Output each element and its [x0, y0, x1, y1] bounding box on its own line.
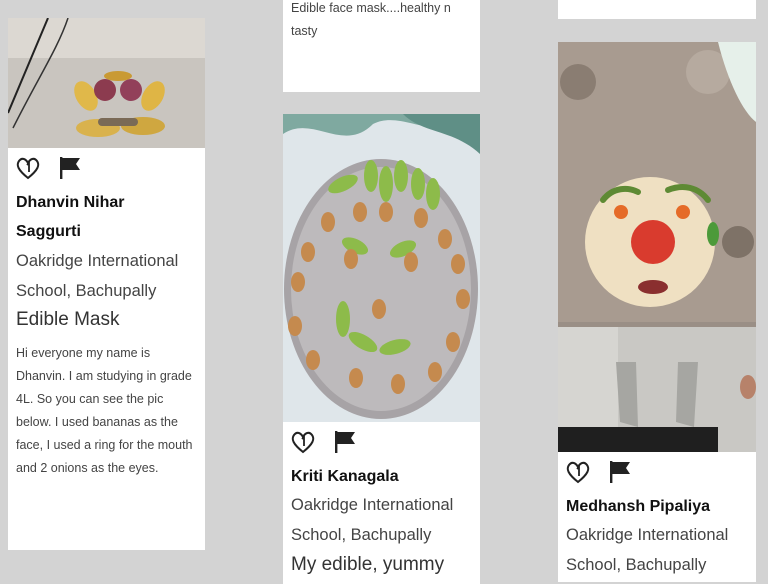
post-card: Medhansh Pipaliya Oakridge International…	[558, 42, 756, 582]
author-name[interactable]: Dhanvin Nihar Saggurti	[16, 188, 166, 246]
post-title: Edible Mask	[16, 309, 120, 330]
report-button[interactable]	[331, 428, 359, 456]
author-name[interactable]: Medhansh Pipaliya	[566, 492, 751, 521]
post-card: Dhanvin Nihar Saggurti Oakridge Internat…	[8, 18, 205, 550]
post-actions	[8, 154, 205, 184]
clown-face-image	[558, 42, 756, 452]
post-actions	[558, 458, 756, 488]
post-card-previous: Edible face mask....healthy n tasty	[283, 0, 480, 92]
banana-face-image	[8, 18, 205, 148]
like-button[interactable]	[14, 154, 42, 182]
post-photo[interactable]	[8, 18, 205, 148]
post-card-previous	[558, 0, 756, 19]
school-name: Oakridge International School, Bachupall…	[16, 252, 179, 300]
heart-icon	[566, 461, 590, 484]
heart-icon	[291, 431, 315, 454]
flag-icon	[60, 157, 80, 179]
post-description: Edible face mask....healthy n tasty	[291, 1, 451, 38]
flag-icon	[610, 461, 630, 483]
heart-icon	[16, 157, 40, 180]
flag-icon	[335, 431, 355, 453]
post-photo[interactable]	[558, 42, 756, 452]
post-actions	[283, 428, 480, 458]
post-card: Kriti Kanagala Oakridge International Sc…	[283, 114, 480, 584]
post-description: Hi everyone my name is Dhanvin. I am stu…	[16, 346, 193, 475]
school-name: Oakridge International School, Bachupall…	[291, 496, 454, 544]
like-button[interactable]	[564, 458, 592, 486]
post-photo[interactable]	[283, 114, 480, 422]
report-button[interactable]	[606, 458, 634, 486]
report-button[interactable]	[56, 154, 84, 182]
fruit-face-image	[283, 114, 480, 422]
like-button[interactable]	[289, 428, 317, 456]
school-name: Oakridge International School, Bachupall…	[566, 526, 729, 574]
author-name[interactable]: Kriti Kanagala	[291, 462, 476, 491]
